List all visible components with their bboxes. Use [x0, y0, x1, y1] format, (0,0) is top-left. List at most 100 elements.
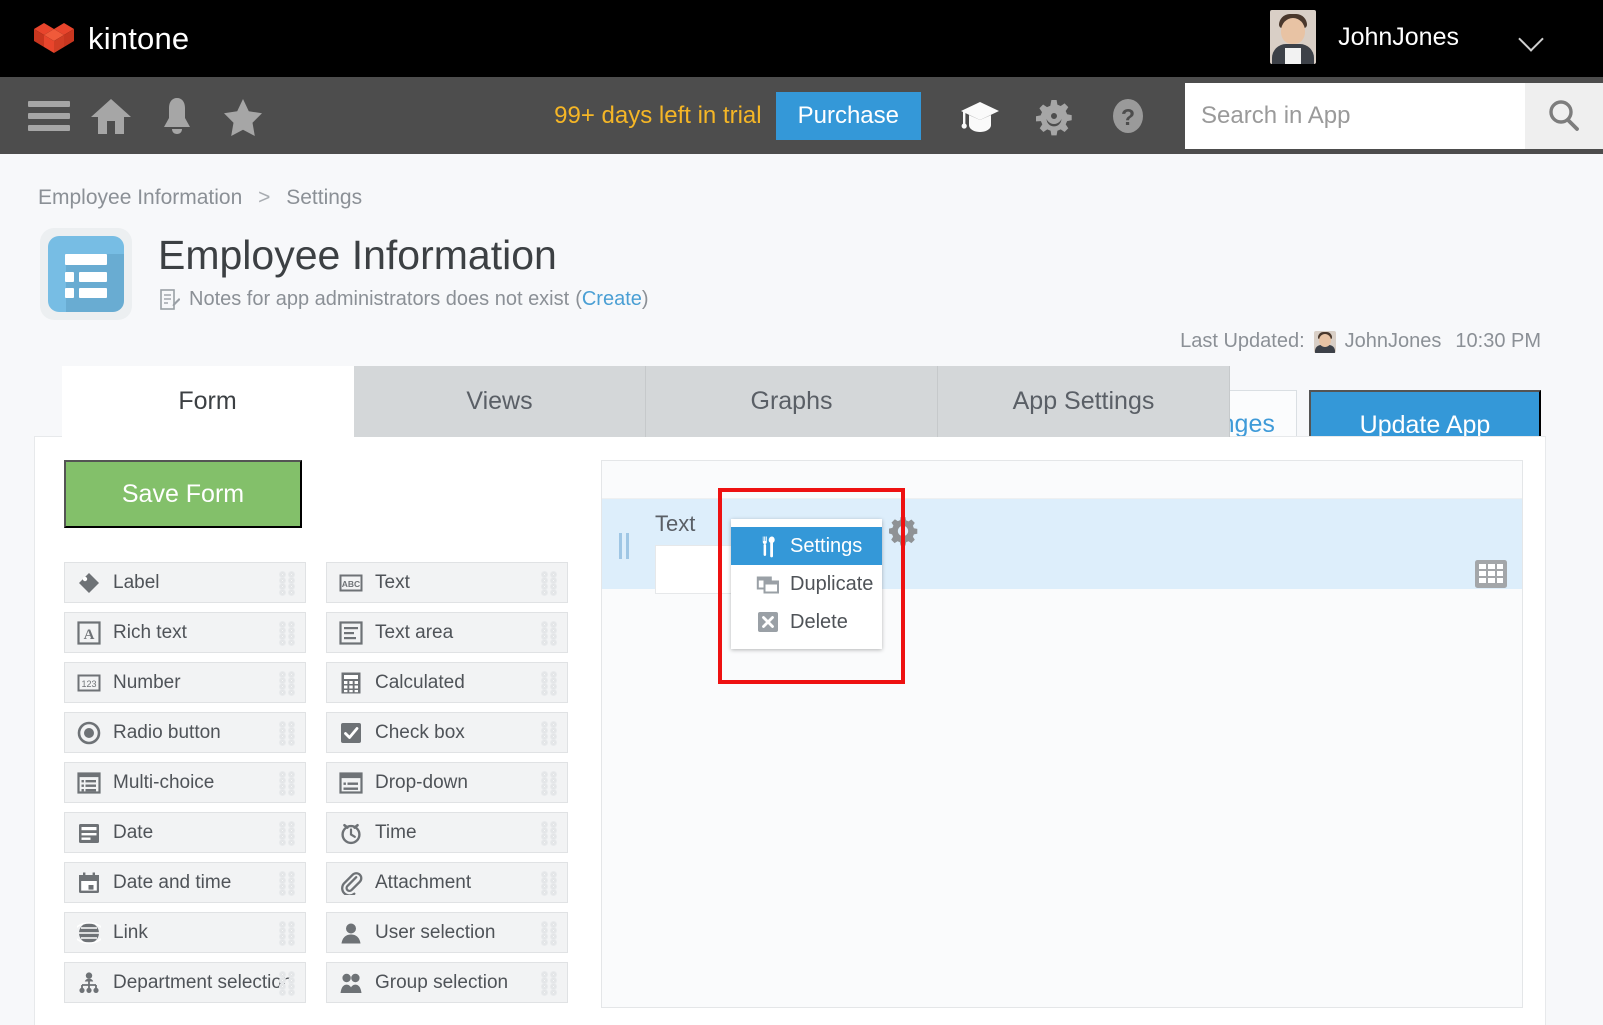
- drag-grip-icon[interactable]: [542, 572, 560, 596]
- hamburger-menu-icon[interactable]: [22, 94, 78, 138]
- last-updated-time: 10:30 PM: [1455, 330, 1541, 353]
- drag-grip-icon[interactable]: [542, 622, 560, 646]
- context-menu-item-settings[interactable]: Settings: [731, 527, 882, 565]
- drag-grip-icon[interactable]: [542, 722, 560, 746]
- palette-item-check-box[interactable]: Check box: [326, 712, 568, 753]
- palette-item-text-area[interactable]: Text area: [326, 612, 568, 653]
- drag-grip-icon[interactable]: [542, 672, 560, 696]
- user-area[interactable]: JohnJones: [1270, 10, 1545, 64]
- purchase-button[interactable]: Purchase: [776, 92, 921, 140]
- palette-item-rich-text[interactable]: ARich text: [64, 612, 306, 653]
- palette-item-link[interactable]: Link: [64, 912, 306, 953]
- search-icon[interactable]: [1525, 83, 1603, 149]
- breadcrumb-root[interactable]: Employee Information: [38, 186, 242, 209]
- palette-item-label[interactable]: Label: [64, 562, 306, 603]
- palette-item-text[interactable]: ABCText: [326, 562, 568, 603]
- palette-item-label: Multi-choice: [113, 772, 214, 794]
- delete-x-icon: [756, 611, 780, 633]
- app-list-icon: [40, 228, 132, 320]
- palette-item-attachment[interactable]: Attachment: [326, 862, 568, 903]
- context-menu-label: Delete: [790, 611, 848, 634]
- palette-item-label: Calculated: [375, 672, 465, 694]
- palette-item-date-and-time[interactable]: Date and time: [64, 862, 306, 903]
- last-updated-user: JohnJones: [1345, 330, 1442, 353]
- palette-item-label: Text area: [375, 622, 453, 644]
- dropdown-icon: [338, 770, 364, 796]
- bell-icon[interactable]: [154, 94, 210, 138]
- clock-icon: [338, 820, 364, 846]
- search-input[interactable]: [1185, 83, 1525, 149]
- palette-item-user-selection[interactable]: User selection: [326, 912, 568, 953]
- drag-grip-icon[interactable]: [542, 872, 560, 896]
- drag-grip-icon[interactable]: [542, 922, 560, 946]
- help-icon[interactable]: ?: [1105, 94, 1161, 138]
- star-icon[interactable]: [220, 94, 276, 138]
- wrench-screwdriver-icon: [756, 535, 780, 557]
- tab-graphs[interactable]: Graphs: [646, 366, 938, 437]
- app-note-text: Notes for app administrators does not ex…: [189, 288, 569, 311]
- drag-handle-icon[interactable]: [619, 533, 633, 559]
- drag-grip-icon[interactable]: [280, 622, 298, 646]
- drag-grip-icon[interactable]: [280, 872, 298, 896]
- palette-item-label: User selection: [375, 922, 495, 944]
- search-box[interactable]: [1185, 83, 1525, 149]
- palette-item-label: Rich text: [113, 622, 187, 644]
- palette-item-multi-choice[interactable]: Multi-choice: [64, 762, 306, 803]
- field-gear-icon[interactable]: [887, 515, 919, 547]
- create-note-link[interactable]: Create: [582, 288, 642, 311]
- calculator-icon: [338, 670, 364, 696]
- number-123-icon: 123: [76, 670, 102, 696]
- drag-grip-icon[interactable]: [280, 672, 298, 696]
- nav-right-icons: ?: [939, 94, 1161, 138]
- tab-app-settings[interactable]: App Settings: [938, 366, 1230, 437]
- chevron-down-icon[interactable]: [1519, 24, 1545, 50]
- palette-item-date[interactable]: Date: [64, 812, 306, 853]
- palette-item-label: Time: [375, 822, 417, 844]
- drag-grip-icon[interactable]: [280, 572, 298, 596]
- drag-grip-icon[interactable]: [542, 772, 560, 796]
- graduation-cap-icon[interactable]: [957, 94, 1013, 138]
- abc-icon: ABC: [338, 570, 364, 596]
- gear-icon[interactable]: [1031, 94, 1087, 138]
- username-label: JohnJones: [1338, 23, 1459, 52]
- multi-choice-icon: [76, 770, 102, 796]
- palette-item-label: Date: [113, 822, 153, 844]
- context-menu-label: Settings: [790, 535, 862, 558]
- palette-item-group-selection[interactable]: Group selection: [326, 962, 568, 1003]
- last-updated-label: Last Updated:: [1180, 330, 1305, 353]
- drag-grip-icon[interactable]: [280, 822, 298, 846]
- kintone-logo[interactable]: kintone: [34, 20, 189, 58]
- palette-item-label: Drop-down: [375, 772, 468, 794]
- palette-item-radio-button[interactable]: Radio button: [64, 712, 306, 753]
- field-label: Text: [655, 511, 695, 537]
- drag-grip-icon[interactable]: [280, 922, 298, 946]
- app-note-paren-close: ): [642, 288, 649, 311]
- group-icon: [338, 970, 364, 996]
- tab-form[interactable]: Form: [62, 366, 354, 437]
- palette-item-label: Radio button: [113, 722, 221, 744]
- breadcrumb-separator: >: [258, 186, 270, 209]
- checkbox-icon: [338, 720, 364, 746]
- drag-grip-icon[interactable]: [280, 972, 298, 996]
- home-icon[interactable]: [88, 94, 144, 138]
- palette-item-time[interactable]: Time: [326, 812, 568, 853]
- palette-item-calculated[interactable]: Calculated: [326, 662, 568, 703]
- tab-views[interactable]: Views: [354, 366, 646, 437]
- palette-item-label: Department selection: [113, 972, 293, 994]
- palette-item-department-selection[interactable]: Department selection: [64, 962, 306, 1003]
- drag-grip-icon[interactable]: [542, 822, 560, 846]
- context-menu-item-duplicate[interactable]: Duplicate: [731, 565, 882, 603]
- breadcrumb-current[interactable]: Settings: [286, 186, 362, 209]
- app-note: Notes for app administrators does not ex…: [160, 288, 649, 311]
- drag-grip-icon[interactable]: [280, 772, 298, 796]
- context-menu-label: Duplicate: [790, 573, 873, 596]
- palette-item-number[interactable]: 123Number: [64, 662, 306, 703]
- palette-item-drop-down[interactable]: Drop-down: [326, 762, 568, 803]
- save-form-button[interactable]: Save Form: [64, 460, 302, 528]
- drag-grip-icon[interactable]: [542, 972, 560, 996]
- context-menu-item-delete[interactable]: Delete: [731, 603, 882, 641]
- text-area-icon: [338, 620, 364, 646]
- drag-grip-icon[interactable]: [280, 722, 298, 746]
- table-grid-icon[interactable]: [1474, 559, 1508, 589]
- palette-item-label: Link: [113, 922, 148, 944]
